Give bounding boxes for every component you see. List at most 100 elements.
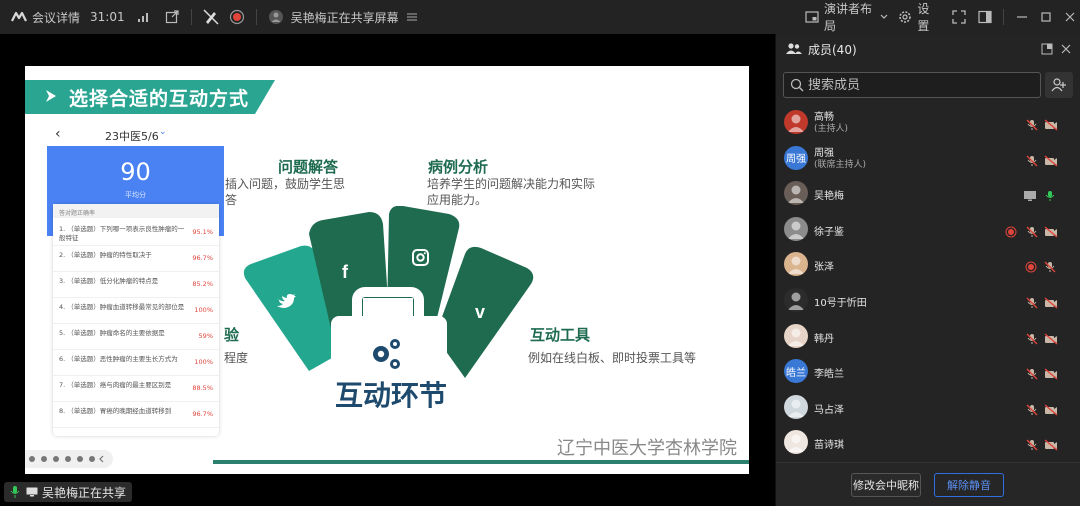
microphone-muted-icon[interactable] [1026,152,1038,167]
microphone-muted-icon[interactable] [1026,436,1038,451]
phone-screenshot: ‹ 23中医5/6 ⌄ 90 平均分 答对题正确率 1. （单选题）下列哪一项表… [47,126,224,446]
member-row[interactable]: 10号于忻田 [776,282,1080,318]
question-accuracy: 100% [194,358,213,366]
layout-icon[interactable] [802,6,822,28]
member-row[interactable]: 张泽 [776,246,1080,282]
case-analysis-description: 培养学生的问题解决能力和实际 应用能力。 [427,177,596,207]
camera-off-icon[interactable] [1044,365,1058,380]
question-row: 4. （单选题）肿瘤血道转移最常见的部位是 100% [53,298,219,324]
microphone-muted-icon[interactable] [1044,258,1056,273]
microphone-muted-icon[interactable] [1026,294,1038,309]
avatar [784,394,808,419]
question-row: 3. （单选题）低分化肿瘤的特点是 85.2% [53,272,219,298]
question-text: 4. （单选题）肿瘤血道转移最常见的部位是 [59,303,185,311]
member-row[interactable]: 皓兰 李皓兰 [776,353,1080,389]
popout-icon[interactable] [1041,43,1053,55]
invite-member-button[interactable] [1045,72,1073,98]
question-row: 5. （单选题）肿瘤命名的主要依据是 59% [53,324,219,350]
microphone-muted-icon[interactable] [1026,116,1038,131]
question-accuracy-card: 答对题正确率 1. （单选题）下列哪一项表示良性肿瘤的一般特征 95.1% 2. （… [53,204,219,436]
signal-icon[interactable] [133,6,155,28]
close-icon[interactable] [1060,43,1072,55]
avatar [784,216,808,241]
question-row: 8. （单选题）胃癌的晚期经血道转移到 96.7% [53,402,219,428]
question-accuracy: 96.7% [192,254,213,262]
question-accuracy: 100% [194,306,213,314]
minimize-icon[interactable] [1012,6,1032,28]
unmute-all-button[interactable]: 解除静音 [934,473,1004,497]
avatar: 周强 [784,145,808,170]
question-text: 3. （单选题）低分化肿瘤的特点是 [59,277,159,285]
recording-icon [1025,258,1037,273]
fullscreen-icon[interactable] [949,6,969,28]
back-chevron-icon: ‹ [55,126,61,142]
member-search-box[interactable] [783,72,1041,98]
annotate-off-icon[interactable] [200,6,222,28]
avatar [784,110,808,134]
settings-button[interactable]: 设置 [917,0,939,34]
question-text: 8. （单选题）胃癌的晚期经血道转移到 [59,407,172,415]
members-panel: 成员(40) 高畅(主持人)周强周强(联席主持人)吴艳梅徐子鉴张泽10号于忻田韩… [775,34,1080,506]
layout-dropdown[interactable]: 演讲者布局 [824,0,879,34]
camera-off-icon[interactable] [1044,116,1058,131]
average-score: 90 [120,158,151,186]
member-row[interactable]: 韩丹 [776,318,1080,354]
member-row[interactable]: 徐子鉴 [776,211,1080,247]
question-text: 2. （单选题）肿瘤的特性取决于 [59,251,152,259]
member-row[interactable]: 高畅 (主持人) [776,104,1080,140]
member-row[interactable]: 吴艳梅 [776,175,1080,211]
member-name: 徐子鉴 [814,226,844,238]
meeting-info-button[interactable]: 会议详情 [32,9,80,26]
member-row[interactable]: 马占泽 [776,389,1080,425]
question-accuracy: 96.7% [192,410,213,418]
question-text: 7. （单选题）癌与肉瘤的最主要区别是 [59,381,172,389]
member-search-input[interactable] [808,75,1033,95]
sidebar-toggle-icon[interactable] [975,6,995,28]
sharing-status-text: 吴艳梅正在共享 [42,485,127,500]
camera-off-icon[interactable] [1044,436,1058,451]
microphone-muted-icon[interactable] [1026,401,1038,416]
screen-share-icon [1023,187,1037,202]
member-name: 张泽 [814,262,834,274]
close-icon[interactable] [1060,6,1080,28]
divider [255,9,257,25]
phone-nav-bar: ‹ 23中医5/6 ⌄ [47,126,224,144]
record-icon[interactable] [226,6,248,28]
member-row[interactable]: 周强 周强 (联席主持人) [776,140,1080,176]
slide-nav-toolbar[interactable] [25,450,113,468]
member-name: 10号于忻田 [814,298,867,309]
average-score-label: 平均分 [125,191,146,199]
microphone-icon [10,486,20,498]
presentation-slide: 选择合适的互动方式 ‹ 23中医5/6 ⌄ 90 平均分 答对题正确率 1. （… [25,66,749,474]
share-link-icon[interactable] [161,6,183,28]
avatar [784,430,808,455]
meeting-window: 会议详情 31:01 吴艳梅正在共享屏幕 演讲者布局 设置 选择合适的互动方式 … [0,0,1080,506]
question-accuracy: 88.5% [192,384,213,392]
avatar [784,181,808,206]
member-role: (主持人) [814,124,849,134]
list-icon[interactable] [401,6,423,28]
camera-off-icon[interactable] [1044,294,1058,309]
screen-sharing-status: 吴艳梅正在共享屏幕 [290,10,399,25]
microphone-muted-icon[interactable] [1026,330,1038,345]
avatar [784,288,808,312]
camera-off-icon[interactable] [1044,152,1058,167]
chevron-down-icon[interactable] [879,6,890,28]
play-arrow-icon [46,90,56,102]
gear-icon[interactable] [895,6,915,28]
microphone-muted-icon[interactable] [1026,365,1038,380]
camera-off-icon[interactable] [1044,223,1058,238]
camera-off-icon[interactable] [1044,330,1058,345]
maximize-icon[interactable] [1036,6,1056,28]
tencent-meeting-logo-icon [10,6,28,28]
question-accuracy: 95.1% [192,228,213,236]
question-row: 1. （单选题）下列哪一项表示良性肿瘤的一般特征 95.1% [53,220,219,246]
rename-nickname-button[interactable]: 修改会中昵称 [851,473,921,497]
camera-off-icon[interactable] [1044,401,1058,416]
member-row[interactable]: 苗诗琪 [776,424,1080,460]
question-text: 5. （单选题）肿瘤命名的主要依据是 [59,329,165,337]
microphone-icon[interactable] [1044,187,1056,202]
question-row: 6. （单选题）恶性肿瘤的主要生长方式为 100% [53,350,219,376]
slide-title: 选择合适的互动方式 [69,88,250,110]
microphone-muted-icon[interactable] [1026,223,1038,238]
